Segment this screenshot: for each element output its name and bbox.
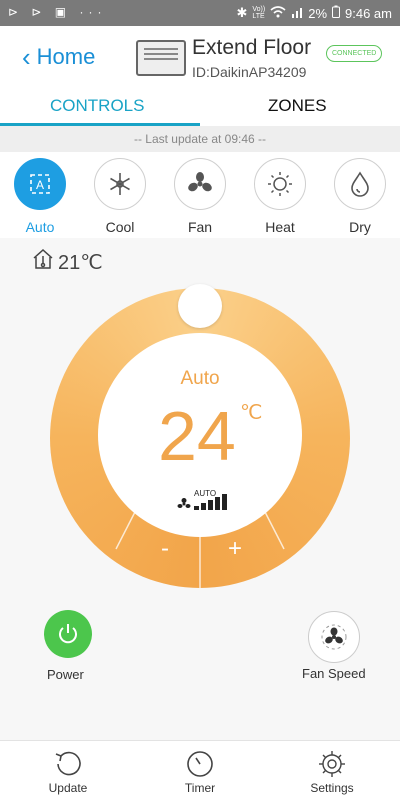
tab-bar: CONTROLS ZONES — [0, 88, 400, 126]
refresh-icon — [28, 747, 108, 781]
mode-fan[interactable]: Fan — [170, 158, 230, 235]
clock: 9:46 am — [345, 5, 392, 21]
nav-settings[interactable]: Settings — [292, 747, 372, 795]
power-icon — [59, 624, 77, 644]
mode-selector: A Auto Cool Fan Heat Dry — [0, 152, 400, 238]
bottom-nav: Update Timer Settings — [0, 740, 400, 801]
decrease-temp-button[interactable]: - — [130, 529, 200, 577]
auto-mode-icon: A — [14, 158, 66, 210]
fan-auto-label: AUTO — [194, 489, 217, 498]
dial-knob[interactable] — [178, 284, 222, 328]
fan-speed-icon — [321, 624, 347, 650]
fan-speed-button[interactable] — [308, 611, 360, 663]
mode-auto[interactable]: A Auto — [10, 158, 70, 235]
back-button[interactable]: ‹ Home — [22, 44, 95, 70]
air-conditioner-icon — [136, 40, 186, 76]
connection-badge: CONNECTED — [326, 45, 383, 62]
device-name: Extend Floor — [192, 36, 312, 59]
increase-temp-button[interactable]: + — [200, 529, 270, 577]
header: ‹ Home Extend Floor ID:DaikinAP34209 CON… — [0, 26, 400, 88]
mode-dry[interactable]: Dry — [330, 158, 390, 235]
power-label: Power — [47, 667, 84, 682]
mode-heat[interactable]: Heat — [250, 158, 310, 235]
signal-icon — [291, 6, 303, 21]
fan-small-icon — [177, 498, 191, 508]
battery-icon — [332, 5, 341, 21]
temperature-unit: ℃ — [240, 402, 263, 424]
indoor-temperature-icon — [32, 248, 54, 276]
timer-icon — [160, 747, 240, 781]
tab-controls[interactable]: CONTROLS — [50, 96, 144, 116]
notification-icons: ⊳ ⊳ ▣ ··· — [8, 5, 107, 19]
droplet-icon — [334, 158, 386, 210]
wifi-icon — [270, 5, 286, 21]
sun-icon — [254, 158, 306, 210]
network-type: Vo)) LTE — [252, 6, 266, 20]
tab-zones[interactable]: ZONES — [268, 96, 327, 116]
nav-update[interactable]: Update — [28, 747, 108, 795]
status-right: ✱ Vo)) LTE 2% 9:46 am — [236, 5, 392, 21]
last-update-text: -- Last update at 09:46 -- — [0, 126, 400, 152]
device-id: ID:DaikinAP34209 — [192, 64, 307, 80]
svg-text:A: A — [36, 178, 44, 192]
gear-icon — [292, 747, 372, 781]
nav-timer[interactable]: Timer — [160, 747, 240, 795]
chevron-left-icon: ‹ — [22, 42, 31, 72]
power-button[interactable] — [44, 610, 92, 658]
bluetooth-icon: ✱ — [236, 5, 248, 20]
current-mode-label: Auto — [180, 368, 220, 389]
mode-cool[interactable]: Cool — [90, 158, 150, 235]
fan-speed-label: Fan Speed — [302, 666, 366, 681]
fan-icon — [174, 158, 226, 210]
back-label: Home — [36, 44, 96, 69]
status-bar: ⊳ ⊳ ▣ ··· ✱ Vo)) LTE 2% 9:46 am — [0, 0, 400, 26]
snowflake-icon — [94, 158, 146, 210]
battery-percent: 2% — [308, 5, 328, 21]
room-temperature: 21℃ — [32, 248, 103, 276]
set-temperature: 24 — [158, 397, 236, 475]
